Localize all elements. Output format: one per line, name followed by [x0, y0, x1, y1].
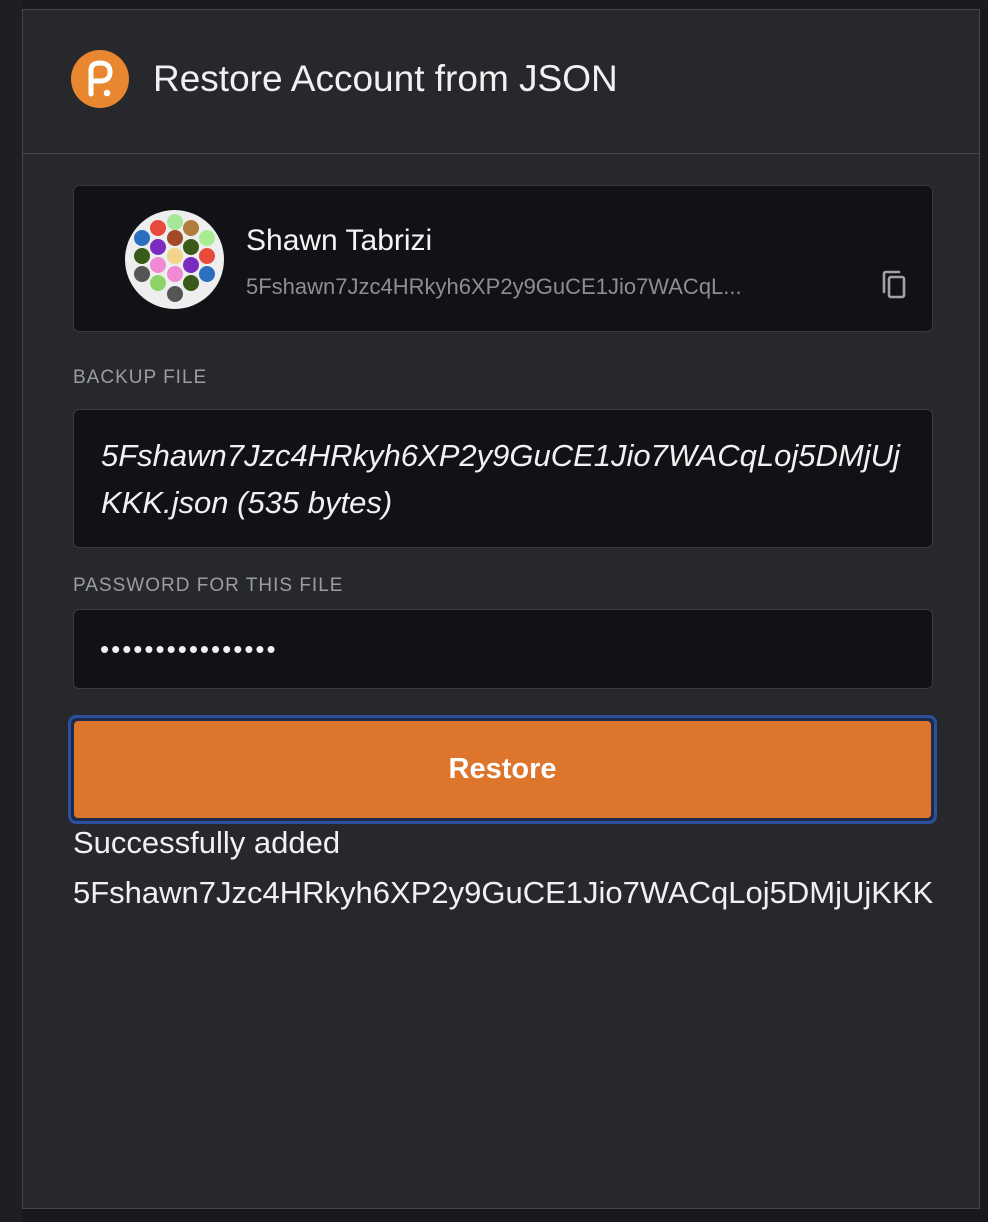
password-input[interactable] [74, 610, 932, 688]
background-window-edge [0, 0, 22, 1222]
backup-file-name: 5Fshawn7Jzc4HRkyh6XP2y9GuCE1Jio7WACqLoj5… [101, 438, 900, 520]
popup-header: Restore Account from JSON [23, 10, 979, 154]
restore-json-popup: Restore Account from JSON Shawn Tabrizi … [22, 9, 980, 1209]
restore-button-label: Restore [74, 721, 931, 818]
success-message: Successfully added 5Fshawn7Jzc4HRkyh6XP2… [73, 825, 934, 910]
password-label: PASSWORD FOR THIS FILE [73, 575, 344, 596]
identicon-icon [125, 210, 224, 309]
page-title: Restore Account from JSON [153, 58, 618, 99]
account-card: Shawn Tabrizi 5Fshawn7Jzc4HRkyh6XP2y9GuC… [73, 185, 933, 332]
polkadot-logo-icon [71, 50, 129, 108]
copy-icon[interactable] [880, 270, 908, 300]
backup-file-label: BACKUP FILE [73, 367, 208, 388]
account-name: Shawn Tabrizi [246, 224, 433, 257]
backup-file-input[interactable]: 5Fshawn7Jzc4HRkyh6XP2y9GuCE1Jio7WACqLoj5… [73, 409, 933, 548]
account-address: 5Fshawn7Jzc4HRkyh6XP2y9GuCE1Jio7WACqL... [246, 274, 742, 299]
password-field-wrapper [73, 609, 933, 689]
restore-button[interactable]: Restore [68, 715, 937, 824]
